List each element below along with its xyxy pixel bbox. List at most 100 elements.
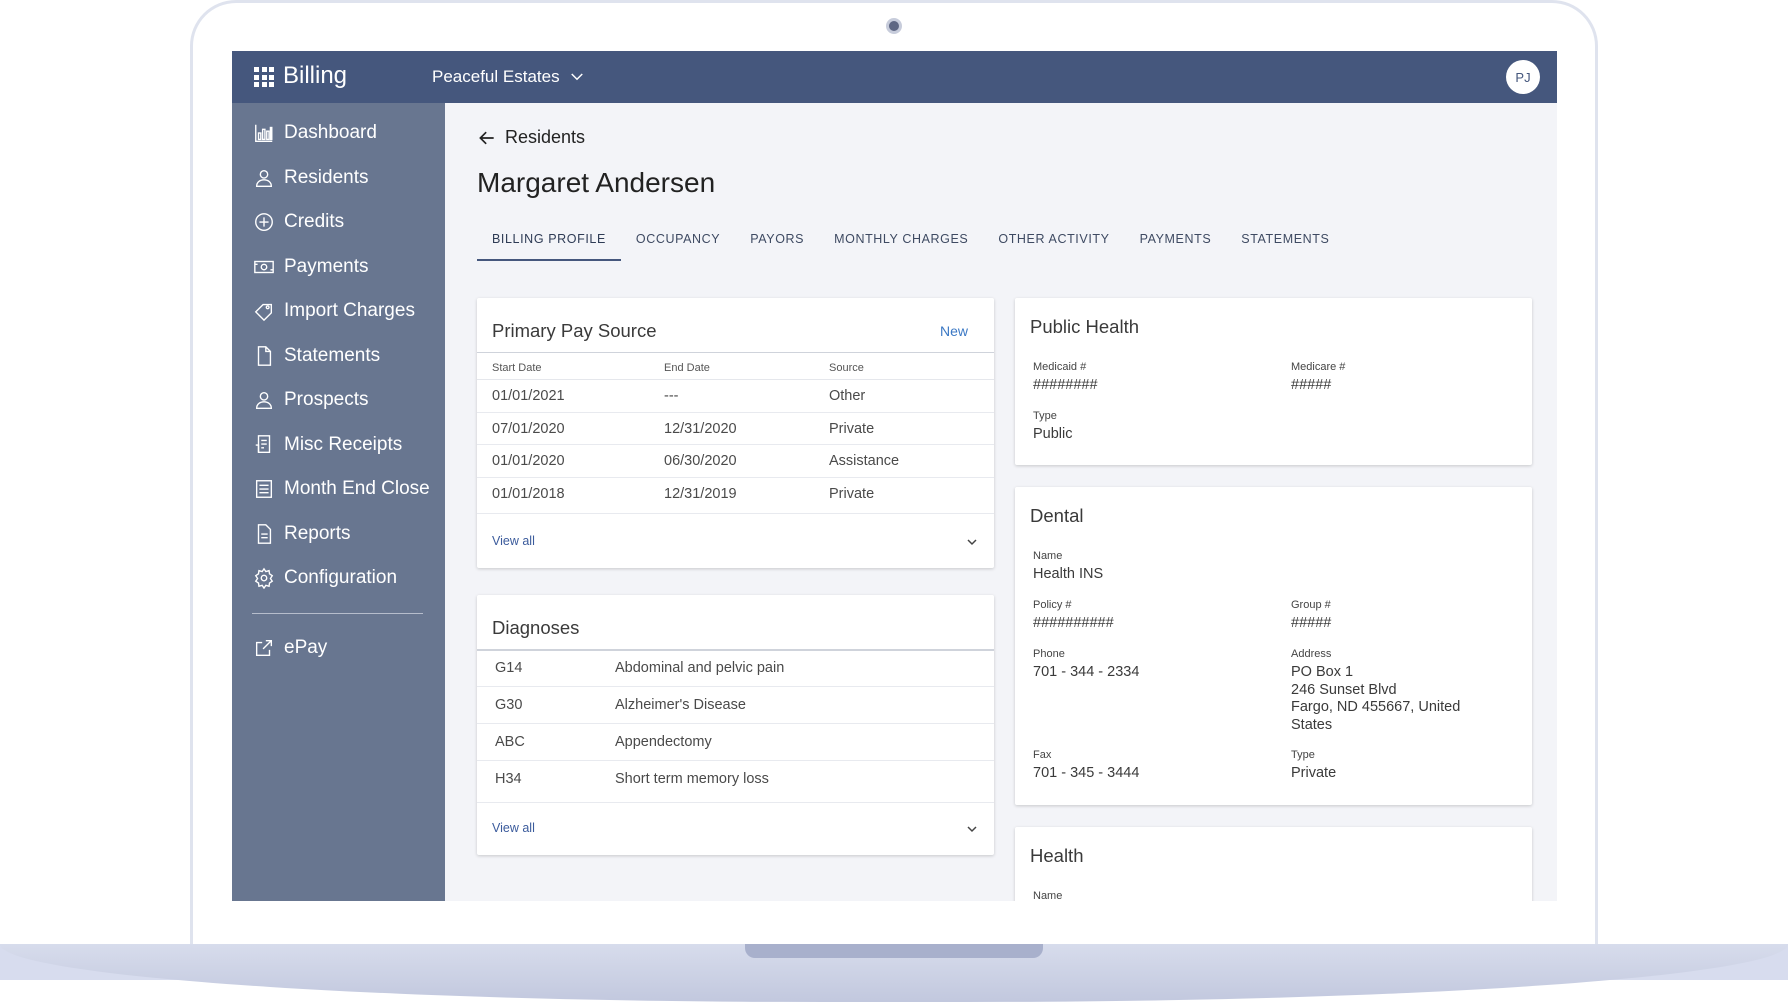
sidebar-item-label: Prospects xyxy=(284,389,369,411)
receipt-icon xyxy=(255,434,271,453)
card-title: Health xyxy=(1030,845,1084,866)
type-value: Public xyxy=(1033,426,1073,442)
tab-monthly-charges[interactable]: MONTHLY CHARGES xyxy=(819,217,983,261)
phone-label: Phone xyxy=(1033,648,1065,660)
diagnosis-code: G30 xyxy=(495,697,523,713)
column-header-end-date: End Date xyxy=(664,362,710,374)
diagnosis-description: Abdominal and pelvic pain xyxy=(615,660,785,676)
address-line-4: States xyxy=(1291,716,1333,733)
sidebar-item-label: Credits xyxy=(284,211,345,233)
card-title: Diagnoses xyxy=(492,617,580,638)
list-item[interactable]: ABC Appendectomy xyxy=(477,724,994,761)
sidebar-item-label: Statements xyxy=(284,344,381,366)
app-grid-icon[interactable] xyxy=(254,67,274,87)
tab-billing-profile[interactable]: BILLING PROFILE xyxy=(477,217,621,261)
address-label: Address xyxy=(1291,648,1332,660)
tab-payors[interactable]: PAYORS xyxy=(735,217,819,261)
medicare-value: ##### xyxy=(1291,377,1332,393)
sidebar-item-label: Residents xyxy=(284,166,369,188)
cell-start-date: 07/01/2020 xyxy=(492,420,565,437)
table-row[interactable]: 01/01/2021 --- Other xyxy=(477,380,994,413)
diagnosis-description: Short term memory loss xyxy=(615,771,769,787)
sidebar-item-label: Import Charges xyxy=(284,300,415,322)
column-header-source: Source xyxy=(829,362,864,374)
tab-other-activity[interactable]: OTHER ACTIVITY xyxy=(983,217,1124,261)
cell-end-date: 06/30/2020 xyxy=(664,453,737,469)
list-item[interactable]: G14 Abdominal and pelvic pain xyxy=(477,650,994,687)
sidebar-item-month-end-close[interactable]: Month End Close xyxy=(232,467,445,512)
name-value: Health INS xyxy=(1033,566,1104,582)
column-header-start-date: Start Date xyxy=(492,362,542,374)
arrow-left-icon xyxy=(479,131,494,144)
sidebar-item-label: Month End Close xyxy=(284,478,430,500)
new-pay-source-button[interactable]: New xyxy=(940,323,968,339)
cell-end-date: 12/31/2019 xyxy=(664,485,737,502)
sidebar-item-import-charges[interactable]: Import Charges xyxy=(232,289,445,334)
cell-source: Private xyxy=(829,420,875,437)
primary-pay-source-card: Primary Pay Source New Start Date End Da… xyxy=(477,298,994,568)
diagnoses-card: Diagnoses G14 Abdominal and pelvic pain … xyxy=(477,595,994,855)
cell-start-date: 01/01/2021 xyxy=(492,388,565,404)
calendar-list-icon xyxy=(255,480,273,499)
chevron-down-icon[interactable] xyxy=(964,534,980,550)
cash-icon xyxy=(254,260,274,273)
person-icon xyxy=(255,392,273,410)
main-content: Residents Margaret Andersen BILLING PROF… xyxy=(445,103,1557,901)
sidebar: Dashboard Residents Credits Payments Imp… xyxy=(232,103,445,901)
card-title: Dental xyxy=(1030,505,1084,526)
type-label: Type xyxy=(1291,749,1315,761)
address-line-1: PO Box 1 xyxy=(1291,664,1354,680)
person-icon xyxy=(255,169,273,187)
group-label: Group # xyxy=(1291,599,1331,611)
sidebar-item-dashboard[interactable]: Dashboard xyxy=(232,111,445,156)
chevron-down-icon[interactable] xyxy=(964,821,980,837)
list-item[interactable]: G30 Alzheimer's Disease xyxy=(477,687,994,724)
facility-selector[interactable]: Peaceful Estates xyxy=(432,67,586,87)
list-item[interactable]: H34 Short term memory loss xyxy=(477,761,994,803)
tab-payments[interactable]: PAYMENTS xyxy=(1125,217,1227,261)
user-avatar[interactable]: PJ xyxy=(1506,60,1540,94)
cell-source: Private xyxy=(829,485,875,502)
diagnosis-code: G14 xyxy=(495,660,523,676)
diagnosis-description: Appendectomy xyxy=(615,734,712,750)
address-line-3: Fargo, ND 455667, United xyxy=(1291,699,1461,715)
sidebar-item-reports[interactable]: Reports xyxy=(232,512,445,557)
chevron-down-icon xyxy=(570,73,583,81)
sidebar-item-prospects[interactable]: Prospects xyxy=(232,378,445,423)
medicaid-label: Medicaid # xyxy=(1033,361,1087,373)
view-all-pay-sources-link[interactable]: View all xyxy=(492,534,535,548)
cell-source: Other xyxy=(829,388,866,404)
tab-bar: BILLING PROFILE OCCUPANCY PAYORS MONTHLY… xyxy=(477,217,1344,261)
type-label: Type xyxy=(1033,410,1057,422)
tab-statements[interactable]: STATEMENTS xyxy=(1226,217,1344,261)
sidebar-item-configuration[interactable]: Configuration xyxy=(232,556,445,601)
policy-value: ########## xyxy=(1033,615,1114,631)
laptop-notch xyxy=(745,944,1043,958)
type-value: Private xyxy=(1291,765,1337,781)
sidebar-item-residents[interactable]: Residents xyxy=(232,156,445,201)
table-row[interactable]: 01/01/2020 06/30/2020 Assistance xyxy=(477,445,994,478)
table-row[interactable]: 01/01/2018 12/31/2019 Private xyxy=(477,478,994,514)
sidebar-item-credits[interactable]: Credits xyxy=(232,200,445,245)
sidebar-item-epay[interactable]: ePay xyxy=(232,626,445,671)
back-label: Residents xyxy=(505,127,586,147)
sidebar-item-statements[interactable]: Statements xyxy=(232,334,445,379)
public-health-card: Public Health Medicaid # ######## Medica… xyxy=(1015,298,1532,465)
sidebar-item-misc-receipts[interactable]: Misc Receipts xyxy=(232,423,445,468)
card-title: Public Health xyxy=(1030,316,1140,337)
tag-icon xyxy=(254,304,273,322)
name-label: Name xyxy=(1033,890,1063,901)
table-row[interactable]: 07/01/2020 12/31/2020 Private xyxy=(477,413,994,445)
tab-occupancy[interactable]: OCCUPANCY xyxy=(621,217,735,261)
back-link[interactable]: Residents xyxy=(477,127,585,148)
view-all-diagnoses-link[interactable]: View all xyxy=(492,821,535,835)
diagnosis-code: H34 xyxy=(495,771,522,787)
sidebar-item-label: Dashboard xyxy=(284,122,377,144)
cell-end-date: --- xyxy=(664,388,679,404)
plus-circle-icon xyxy=(255,213,273,232)
facility-name: Peaceful Estates xyxy=(432,67,560,86)
medicaid-value: ######## xyxy=(1033,377,1098,393)
sidebar-item-payments[interactable]: Payments xyxy=(232,245,445,290)
sidebar-divider xyxy=(252,612,423,614)
page-title: Margaret Andersen xyxy=(477,167,716,198)
